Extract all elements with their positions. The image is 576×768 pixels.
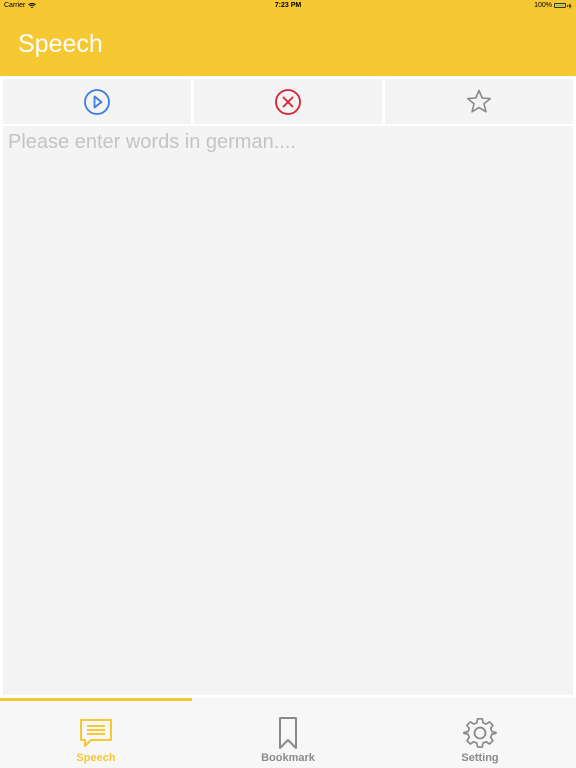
gear-icon: [463, 717, 497, 748]
tab-setting-label: Setting: [461, 752, 499, 764]
clear-button[interactable]: [194, 79, 382, 124]
german-text-input[interactable]: [3, 126, 573, 695]
tab-bar: Speech Bookmark Setting: [0, 698, 576, 768]
bookmark-icon: [279, 717, 297, 749]
close-circle-icon: [275, 88, 301, 115]
speech-bubble-icon: [80, 719, 112, 747]
navigation-bar: Speech: [0, 14, 576, 76]
active-tab-indicator: [0, 698, 192, 701]
bookmark-button[interactable]: [385, 79, 573, 124]
tab-speech[interactable]: Speech: [0, 698, 192, 768]
play-circle-icon: [84, 88, 110, 115]
action-toolbar: [0, 76, 576, 126]
tab-setting[interactable]: Setting: [384, 698, 576, 768]
battery-percent: 100%: [534, 2, 552, 9]
tab-bookmark[interactable]: Bookmark: [192, 698, 384, 768]
tab-bookmark-label: Bookmark: [261, 752, 315, 764]
star-icon: [467, 89, 491, 113]
battery-indicator: 100%: [534, 2, 572, 9]
battery-icon: [554, 3, 568, 8]
page-title: Speech: [18, 30, 103, 58]
charging-icon: [568, 2, 572, 9]
status-bar: Carrier 7:23 PM 100%: [0, 0, 576, 14]
tab-speech-label: Speech: [76, 752, 116, 764]
status-time: 7:23 PM: [274, 2, 302, 9]
play-button[interactable]: [3, 79, 191, 124]
text-editor: [3, 126, 573, 695]
